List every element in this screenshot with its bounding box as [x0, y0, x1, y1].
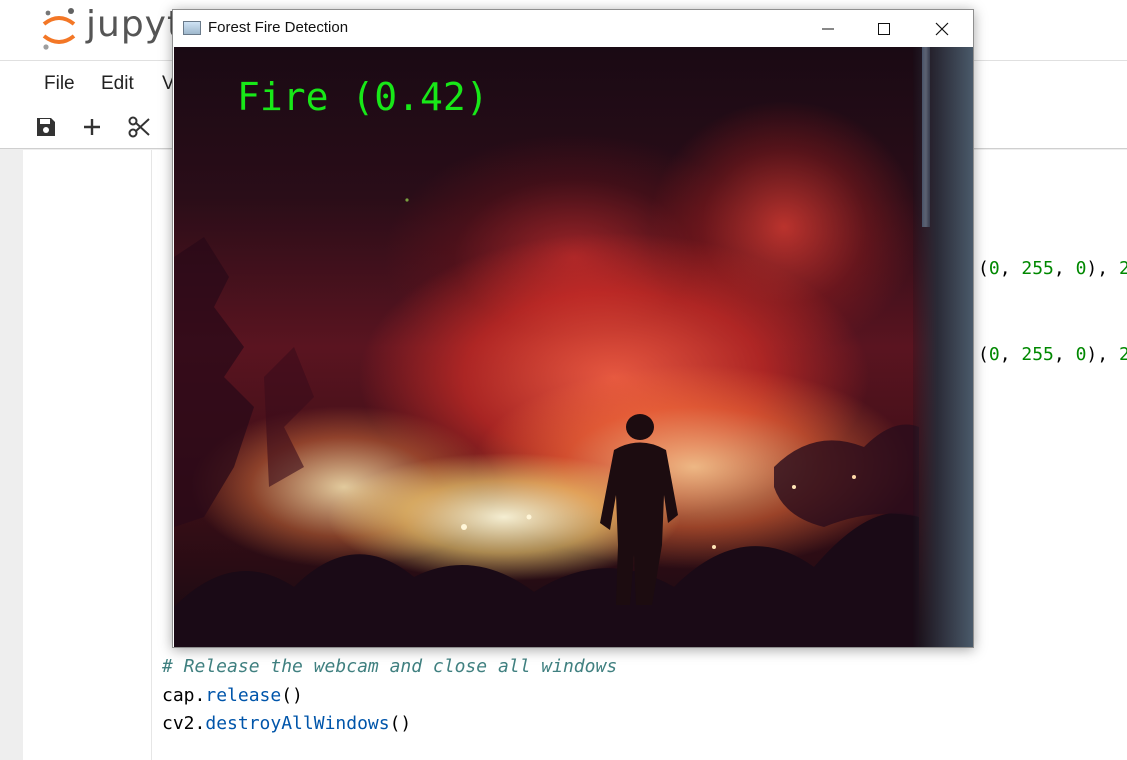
jupyter-logo-text[interactable]: jupyt — [86, 4, 182, 45]
code-partial-line-2[interactable]: (0, 255, 0), 2 — [978, 344, 1127, 365]
jupyter-logo-icon[interactable] — [40, 6, 78, 52]
maximize-button[interactable] — [861, 10, 907, 47]
webcam-frame: Fire (0.42) — [174, 47, 973, 647]
minimize-button[interactable] — [805, 10, 851, 47]
code-comment[interactable]: # Release the webcam and close all windo… — [162, 656, 617, 677]
code-partial-line-1[interactable]: (0, 255, 0), 2 — [978, 258, 1127, 279]
cut-cell-button[interactable] — [124, 112, 154, 142]
window-titlebar[interactable]: Forest Fire Detection — [173, 10, 973, 47]
code-number: 0 — [988, 258, 1000, 279]
close-icon — [935, 22, 949, 35]
code-line-destroy-windows[interactable]: cv2.destroyAllWindows() — [162, 713, 411, 734]
insert-cell-button[interactable] — [77, 112, 107, 142]
menu-edit[interactable]: Edit — [101, 73, 134, 95]
menu-file[interactable]: File — [44, 73, 75, 95]
code-line-cap-release[interactable]: cap.release() — [162, 685, 303, 706]
code-function: release — [205, 685, 282, 706]
code-object: cv2 — [162, 713, 195, 734]
detection-label: Fire (0.42) — [237, 75, 489, 119]
close-button[interactable] — [919, 10, 965, 47]
plus-icon — [84, 119, 100, 135]
forest-silhouette — [174, 198, 919, 647]
prompt-divider — [151, 150, 152, 760]
code-object: cap — [162, 685, 195, 706]
firefighter-silhouette — [600, 414, 678, 605]
code-function: destroyAllWindows — [205, 713, 390, 734]
maximize-icon — [878, 22, 890, 35]
save-icon — [37, 118, 55, 136]
save-button[interactable] — [31, 112, 61, 142]
scissors-icon — [128, 116, 150, 138]
opencv-window[interactable]: Forest Fire Detection Fire (0.42) — [172, 9, 974, 648]
app-window-icon — [183, 21, 201, 35]
window-title: Forest Fire Detection — [208, 19, 349, 36]
minimize-icon — [822, 28, 834, 29]
frame-dark-edge — [913, 47, 973, 647]
